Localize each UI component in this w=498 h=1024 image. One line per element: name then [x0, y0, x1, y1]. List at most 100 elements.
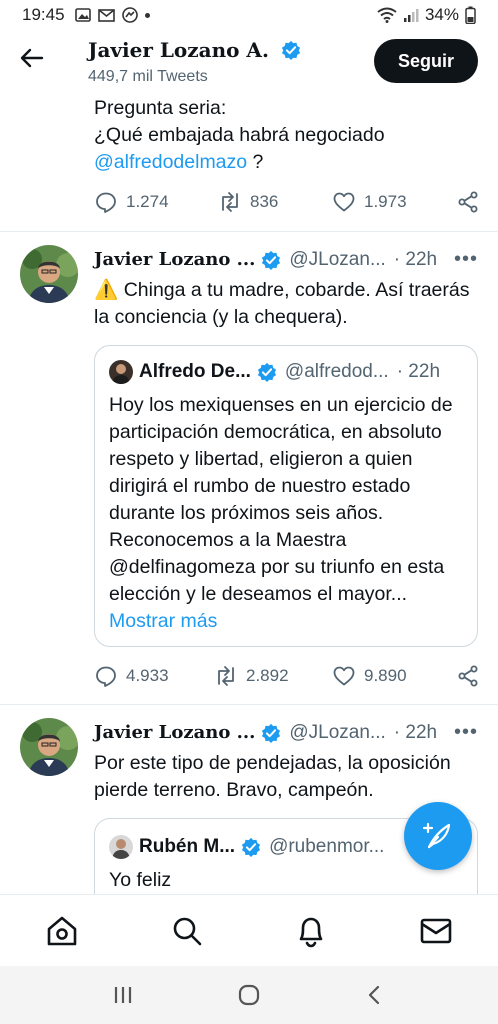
share-button[interactable] [456, 664, 480, 688]
divider [0, 231, 498, 232]
like-button[interactable]: 1.973 [332, 190, 452, 214]
tweet-3-header: Javier Lozano ... @JLozan... · 22h ••• [94, 721, 478, 744]
quoted-author-handle: @alfredod... [284, 361, 389, 382]
retweet-button[interactable]: 836 [218, 190, 332, 214]
more-options-icon[interactable]: ••• [454, 248, 478, 271]
like-count: 1.973 [364, 192, 407, 211]
quoted-tweet-body: Hoy los mexiquenses en un ejercicio de p… [109, 394, 453, 605]
signal-icon [403, 9, 419, 22]
retweet-icon [218, 666, 234, 686]
avatar[interactable] [20, 718, 78, 776]
retweet-count: 2.892 [246, 666, 289, 685]
profile-name: Javier Lozano A. [88, 38, 269, 62]
show-more-link[interactable]: Mostrar más [109, 610, 217, 632]
verified-badge-icon [262, 723, 281, 743]
warning-icon: ⚠️ [94, 279, 119, 301]
notifications-tab[interactable] [286, 906, 336, 956]
profile-header: Javier Lozano A. 449,7 mil Tweets Seguir [0, 30, 498, 92]
quoted-tweet-text: Hoy los mexiquenses en un ejercicio de p… [95, 384, 477, 646]
reply-icon [96, 192, 116, 213]
share-button[interactable] [456, 190, 480, 214]
quoted-author-name: Rubén M... [139, 836, 236, 857]
tweet-time[interactable]: · 22h [394, 722, 437, 744]
avatar-photo [20, 245, 78, 303]
like-button[interactable]: 9.890 [332, 664, 452, 688]
share-icon [458, 191, 478, 213]
messenger-icon [121, 7, 138, 23]
status-bar: 19:45 34% [0, 0, 498, 30]
compose-tweet-button[interactable] [404, 802, 472, 870]
gallery-icon [74, 8, 91, 22]
author-name[interactable]: Javier Lozano ... [94, 722, 255, 743]
tweet-1-suffix: ? [247, 151, 264, 173]
tweet-1-line-2: ¿Qué embajada habrá negociado [94, 122, 484, 149]
email-icon [97, 8, 115, 22]
reply-button[interactable]: 4.933 [94, 664, 214, 688]
search-icon [173, 917, 202, 945]
tweet-2-text: ⚠️ Chinga a tu madre, cobarde. Así traer… [94, 277, 478, 331]
battery-icon [465, 6, 476, 24]
mention-link[interactable]: @alfredodelmazo [94, 151, 247, 173]
quoted-author-handle: @rubenmor... [269, 836, 385, 857]
verified-badge-icon [281, 40, 301, 60]
reply-icon [96, 666, 116, 687]
quoted-avatar-photo [109, 360, 133, 384]
tweet-2-body: Chinga a tu madre, cobarde. Así traerás … [94, 279, 470, 328]
quoted-avatar-photo [109, 835, 133, 859]
retweet-icon [222, 192, 238, 212]
wifi-icon [377, 7, 397, 23]
system-navigation [0, 966, 498, 1024]
tweet-count: 449,7 mil Tweets [88, 68, 208, 85]
bottom-navigation [0, 894, 498, 966]
verified-badge-icon [241, 837, 261, 857]
back-arrow-icon[interactable] [18, 44, 46, 72]
dot-icon [144, 12, 150, 18]
share-icon [458, 665, 478, 687]
tweet-2-header: Javier Lozano ... @JLozan... · 22h ••• [94, 248, 478, 271]
battery-percent: 34% [424, 5, 459, 24]
clock: 19:45 [22, 5, 65, 24]
author-handle[interactable]: @JLozan... [289, 722, 385, 744]
home-circle-icon[interactable] [237, 983, 261, 1007]
quoted-author-name: Alfredo De... [139, 361, 251, 382]
compose-feather-icon [422, 822, 451, 849]
like-count: 9.890 [364, 666, 407, 685]
search-tab[interactable] [162, 906, 212, 956]
notification-icons [74, 7, 150, 23]
tweet-time[interactable]: · 22h [394, 249, 437, 271]
quoted-avatar [109, 360, 133, 384]
tweet-2-actions: 4.933 2.892 9.890 [94, 664, 480, 688]
more-options-icon[interactable]: ••• [454, 721, 478, 744]
back-chevron-icon[interactable] [364, 984, 386, 1006]
retweet-button[interactable]: 2.892 [214, 664, 332, 688]
author-handle[interactable]: @JLozan... [289, 249, 385, 271]
quoted-avatar [109, 835, 133, 859]
tweet-1-actions: 1.274 836 1.973 [94, 190, 480, 214]
heart-icon [333, 666, 355, 686]
tweet-1-line-1: Pregunta seria: [94, 97, 227, 119]
home-tab[interactable] [37, 906, 87, 956]
verified-badge-icon [262, 250, 281, 270]
reply-button[interactable]: 1.274 [94, 190, 218, 214]
reply-count: 4.933 [126, 666, 169, 685]
heart-icon [333, 192, 355, 212]
tweet-1[interactable]: Pregunta seria: ¿Qué embajada habrá nego… [94, 95, 484, 176]
bell-icon [299, 917, 323, 947]
quoted-tweet[interactable]: Alfredo De... @alfredod... · 22h Hoy los… [94, 345, 478, 647]
reply-count: 1.274 [126, 192, 169, 211]
verified-badge-icon [257, 362, 276, 382]
tweet-1-line-3: @alfredodelmazo ? [94, 149, 484, 176]
tweet-1-line-2-text: ¿Qué embajada habrá negociado [94, 124, 385, 146]
mail-icon [420, 918, 452, 943]
divider [0, 704, 498, 705]
profile-name-row: Javier Lozano A. [88, 38, 301, 62]
author-name[interactable]: Javier Lozano ... [94, 249, 255, 270]
avatar-photo [20, 718, 78, 776]
recent-apps-icon[interactable] [112, 984, 134, 1006]
follow-button[interactable]: Seguir [374, 39, 478, 83]
quoted-tweet-header: Alfredo De... @alfredod... · 22h [95, 346, 477, 384]
messages-tab[interactable] [411, 906, 461, 956]
avatar[interactable] [20, 245, 78, 303]
retweet-count: 836 [250, 192, 279, 211]
tweet-3-text: Por este tipo de pendejadas, la oposició… [94, 752, 451, 801]
